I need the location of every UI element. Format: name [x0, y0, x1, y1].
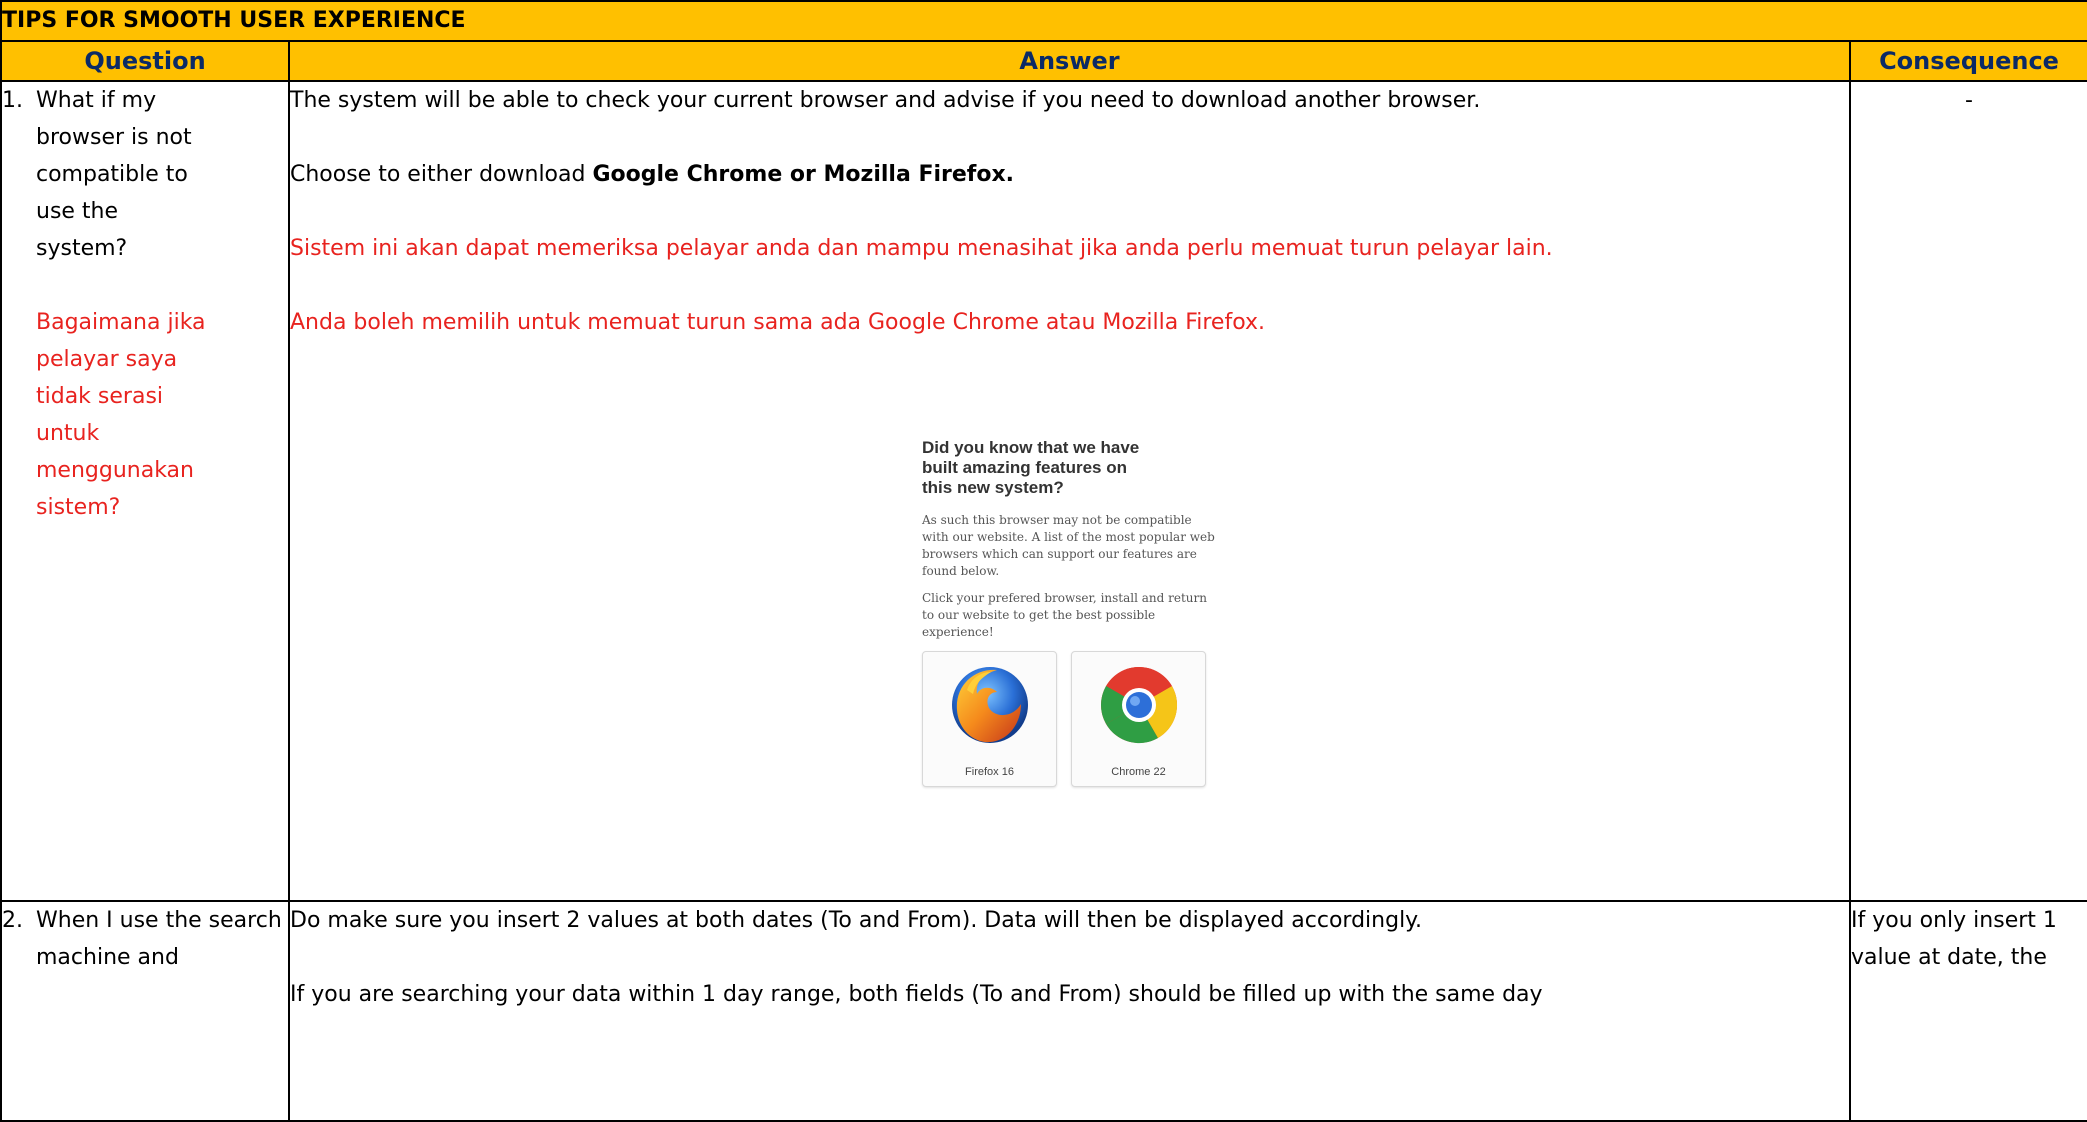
answer-text-bold: Google Chrome or Mozilla Firefox.: [592, 162, 1015, 187]
browser-tiles: Firefox 16 Chrome 22: [922, 651, 1242, 787]
table-title: TIPS FOR SMOOTH USER EXPERIENCE: [0, 0, 2087, 42]
header-answer: Answer: [288, 40, 1851, 82]
answer-text-prefix: Choose to either download: [290, 162, 593, 187]
chrome-label: Chrome 22: [1111, 766, 1166, 778]
answer-cell: Do make sure you insert 2 values at both…: [288, 900, 1851, 1122]
question-cell: 1. What if my browser is not compatible …: [0, 80, 290, 902]
answer-text-en-1: The system will be able to check your cu…: [290, 88, 1481, 113]
title-row: TIPS FOR SMOOTH USER EXPERIENCE: [0, 0, 2087, 42]
browser-notice-image: Did you know that we have built amazing …: [922, 438, 1242, 818]
firefox-icon: [952, 667, 1028, 743]
chrome-icon: [1101, 667, 1178, 744]
question-number: 2.: [2, 908, 23, 933]
question-number: 1.: [2, 88, 23, 113]
notice-paragraph-1: As such this browser may not be compatib…: [922, 513, 1215, 578]
header-question: Question: [0, 40, 290, 82]
answer-text-ms-1: Sistem ini akan dapat memeriksa pelayar …: [290, 236, 1553, 261]
firefox-label: Firefox 16: [965, 766, 1014, 778]
header-row: Question Answer Consequence: [0, 40, 2087, 82]
consequence-cell: -: [1848, 80, 2087, 902]
question-text-ms: Bagaimana jika pelayar saya tidak serasi…: [36, 310, 206, 520]
question-text-en: When I use the search machine and: [36, 908, 282, 970]
answer-text-en-2: Choose to either download Google Chrome …: [290, 156, 1849, 193]
question-text-en: What if my browser is not compatible to …: [36, 88, 192, 261]
answer-text-en-1: Do make sure you insert 2 values at both…: [290, 908, 1423, 933]
notice-heading: Did you know that we have built amazing …: [922, 438, 1140, 497]
table-row: 2. When I use the search machine and Do …: [0, 900, 2087, 1122]
notice-paragraph-2: Click your prefered browser, install and…: [922, 591, 1207, 639]
consequence-cell: If you only insert 1 value at date, the: [1848, 900, 2087, 1122]
firefox-tile[interactable]: Firefox 16: [922, 651, 1057, 787]
chrome-tile[interactable]: Chrome 22: [1071, 651, 1206, 787]
header-consequence: Consequence: [1848, 40, 2087, 82]
answer-text-en-2: If you are searching your data within 1 …: [290, 982, 1543, 1007]
question-cell: 2. When I use the search machine and: [0, 900, 290, 1122]
answer-text-ms-2: Anda boleh memilih untuk memuat turun sa…: [290, 310, 1265, 335]
